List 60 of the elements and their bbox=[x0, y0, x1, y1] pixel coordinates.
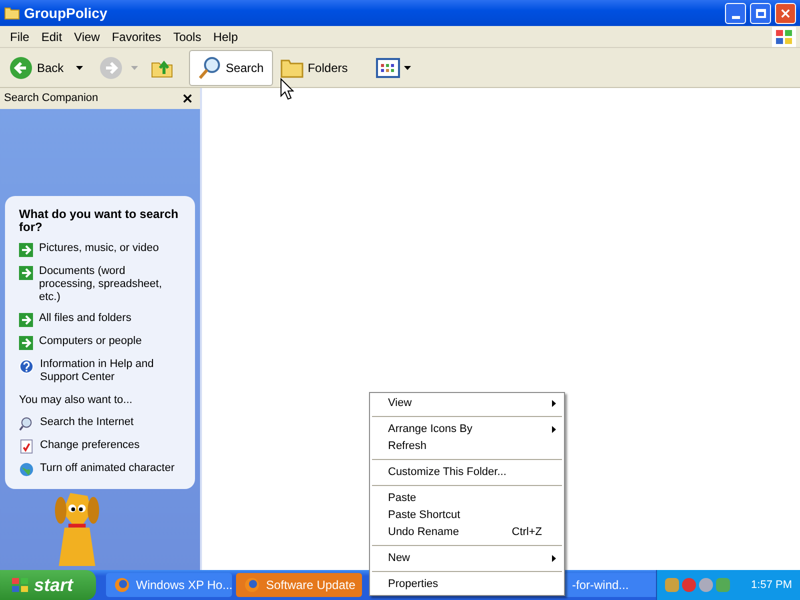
submenu-arrow-icon bbox=[552, 555, 556, 562]
menu-item[interactable]: Help bbox=[207, 28, 244, 46]
magnifier-icon bbox=[198, 56, 222, 80]
context-menu-item[interactable]: Refresh bbox=[370, 438, 564, 455]
sidebar-title: Search Companion bbox=[4, 91, 98, 106]
tray-icon bbox=[699, 578, 713, 592]
search-option-link[interactable]: Computers or people bbox=[39, 334, 142, 348]
windows-logo-icon bbox=[10, 576, 30, 594]
folder-icon bbox=[4, 5, 20, 21]
context-menu-item[interactable]: Arrange Icons By bbox=[370, 421, 564, 438]
context-menu-item[interactable]: Properties bbox=[370, 576, 564, 593]
restore-button[interactable] bbox=[750, 2, 771, 24]
close-icon bbox=[781, 8, 790, 18]
search-option-link[interactable]: Pictures, music, or video bbox=[39, 242, 159, 255]
search-option-link[interactable]: Documents (word processing, spreadsheet, etc.) bbox=[39, 264, 181, 304]
context-menu-item[interactable]: Customize This Folder... bbox=[370, 464, 564, 481]
taskbar-button[interactable]: Windows XP Ho... bbox=[106, 573, 232, 597]
help-icon bbox=[19, 358, 34, 374]
back-button[interactable]: Back bbox=[4, 50, 92, 86]
context-menu-item[interactable]: Paste bbox=[370, 490, 564, 507]
window-title: GroupPolicy bbox=[24, 4, 108, 23]
magnifier-icon bbox=[19, 416, 34, 432]
arrow-icon bbox=[19, 266, 33, 280]
context-menu-item[interactable]: New bbox=[370, 550, 564, 567]
search-button[interactable]: Search bbox=[188, 50, 273, 86]
folders-button[interactable]: Folders bbox=[274, 50, 357, 86]
arrow-icon bbox=[19, 242, 33, 257]
menu-item[interactable]: Tools bbox=[167, 28, 208, 46]
globe-icon bbox=[19, 462, 34, 478]
context-menu-item[interactable]: View bbox=[370, 395, 564, 412]
arrow-icon bbox=[19, 336, 33, 350]
submenu-arrow-icon bbox=[552, 426, 556, 433]
context-menu-item[interactable]: Undo Rename Ctrl+Z bbox=[370, 524, 564, 541]
also-heading: You may also want to... bbox=[19, 392, 134, 408]
menu-item[interactable]: File bbox=[4, 28, 36, 46]
browser-globe-icon bbox=[114, 577, 130, 593]
context-menu-item[interactable]: Paste Shortcut bbox=[370, 507, 564, 524]
search-option-link[interactable]: Information in Help and Support Center bbox=[40, 358, 181, 384]
minimize-button[interactable] bbox=[725, 2, 746, 24]
search-option-link[interactable]: Turn off animated character bbox=[40, 462, 175, 476]
browser-globe-icon bbox=[244, 577, 260, 593]
search-option-link[interactable]: Search the Internet bbox=[40, 416, 134, 430]
windows-logo-icon bbox=[772, 26, 796, 46]
search-question: What do you want to search for? bbox=[19, 208, 180, 234]
checklist-icon bbox=[19, 439, 34, 454]
dropdown-caret-icon bbox=[404, 66, 411, 70]
arrow-icon bbox=[19, 312, 33, 327]
tray-icon bbox=[665, 578, 679, 592]
search-option-link[interactable]: Change preferences bbox=[40, 439, 140, 452]
menu-item[interactable]: View bbox=[68, 28, 106, 46]
views-grid-icon bbox=[376, 58, 400, 78]
mouse-cursor-icon bbox=[280, 78, 294, 100]
menu-item[interactable]: Edit bbox=[35, 28, 68, 46]
close-icon bbox=[183, 94, 192, 104]
search-option-link[interactable]: All files and folders bbox=[39, 312, 132, 325]
dropdown-caret-icon bbox=[76, 66, 83, 70]
clock: 1:57 PM bbox=[751, 578, 792, 593]
menu-item[interactable]: Favorites bbox=[106, 28, 168, 46]
submenu-arrow-icon bbox=[552, 400, 556, 407]
dropdown-caret-icon bbox=[130, 66, 138, 70]
